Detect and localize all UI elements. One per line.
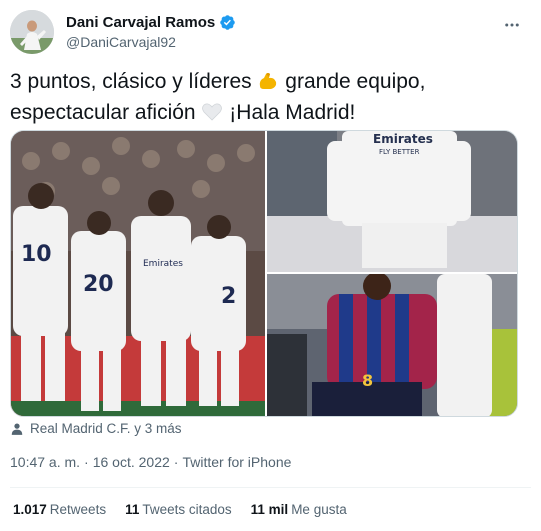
display-name-row[interactable]: Dani Carvajal Ramos [66, 13, 236, 32]
tagged-users[interactable]: Real Madrid C.F. y 3 más [10, 421, 182, 436]
tweet-header: Dani Carvajal Ramos @DaniCarvajal92 [10, 10, 531, 54]
retweets-stat[interactable]: 1.017 Retweets [13, 502, 106, 517]
tweet-time[interactable]: 10:47 a. m. [10, 454, 80, 470]
retweets-label: Retweets [49, 502, 107, 517]
tweet-text: 3 puntos, clásico y líderes grande equip… [10, 68, 531, 130]
tweet-source[interactable]: Twitter for iPhone [182, 454, 291, 470]
tweet-meta: 10:47 a. m. · 16 oct. 2022 · Twitter for iPh… [10, 454, 291, 470]
divider [10, 487, 531, 488]
svg-text:20: 20 [83, 272, 114, 297]
quotes-count: 11 [125, 502, 140, 517]
photo-celebration[interactable]: 10 20 2 Emirates [11, 131, 265, 416]
meta-separator: · [173, 454, 179, 470]
tweet-text-part-3: ¡Hala Madrid! [223, 101, 356, 124]
svg-text:10: 10 [21, 242, 52, 267]
verified-badge-icon [220, 15, 235, 30]
likes-label: Me gusta [291, 502, 347, 517]
svg-text:Emirates: Emirates [143, 259, 183, 269]
svg-text:2: 2 [221, 284, 236, 309]
likes-stat[interactable]: 11 mil Me gusta [251, 502, 347, 517]
author-handle[interactable]: @DaniCarvajal92 [66, 33, 236, 52]
tweet-date[interactable]: 16 oct. 2022 [93, 454, 170, 470]
likes-count: 11 mil [250, 502, 289, 517]
photo-barcelona-player[interactable]: 8 [267, 274, 517, 416]
flexed-biceps-icon [257, 70, 279, 99]
photo-player-closeup[interactable]: Emirates FLY BETTER [267, 131, 517, 272]
author-name[interactable]: Dani Carvajal Ramos [66, 13, 215, 32]
tagged-text[interactable]: Real Madrid C.F. y 3 más [30, 421, 182, 436]
profile-photo [10, 10, 54, 54]
retweets-count: 1.017 [13, 502, 47, 517]
svg-text:Emirates: Emirates [373, 132, 433, 146]
tweet-text-part-1: 3 puntos, clásico y líderes [10, 70, 258, 93]
avatar[interactable] [10, 10, 54, 54]
tweet-stats: 1.017 Retweets 11 Tweets citados 11 mil Me … [13, 502, 347, 517]
person-icon [11, 422, 23, 435]
meta-separator: · [84, 454, 89, 470]
more-options-icon[interactable] [501, 14, 523, 36]
media-grid: 10 20 2 Emirates Emirates FLY BETTER 8 [10, 130, 518, 417]
svg-text:FLY BETTER: FLY BETTER [379, 148, 420, 156]
quotes-stat[interactable]: 11 Tweets citados [125, 502, 232, 517]
quotes-label: Tweets citados [142, 502, 232, 517]
svg-text:8: 8 [362, 371, 373, 390]
white-heart-icon [201, 101, 223, 130]
